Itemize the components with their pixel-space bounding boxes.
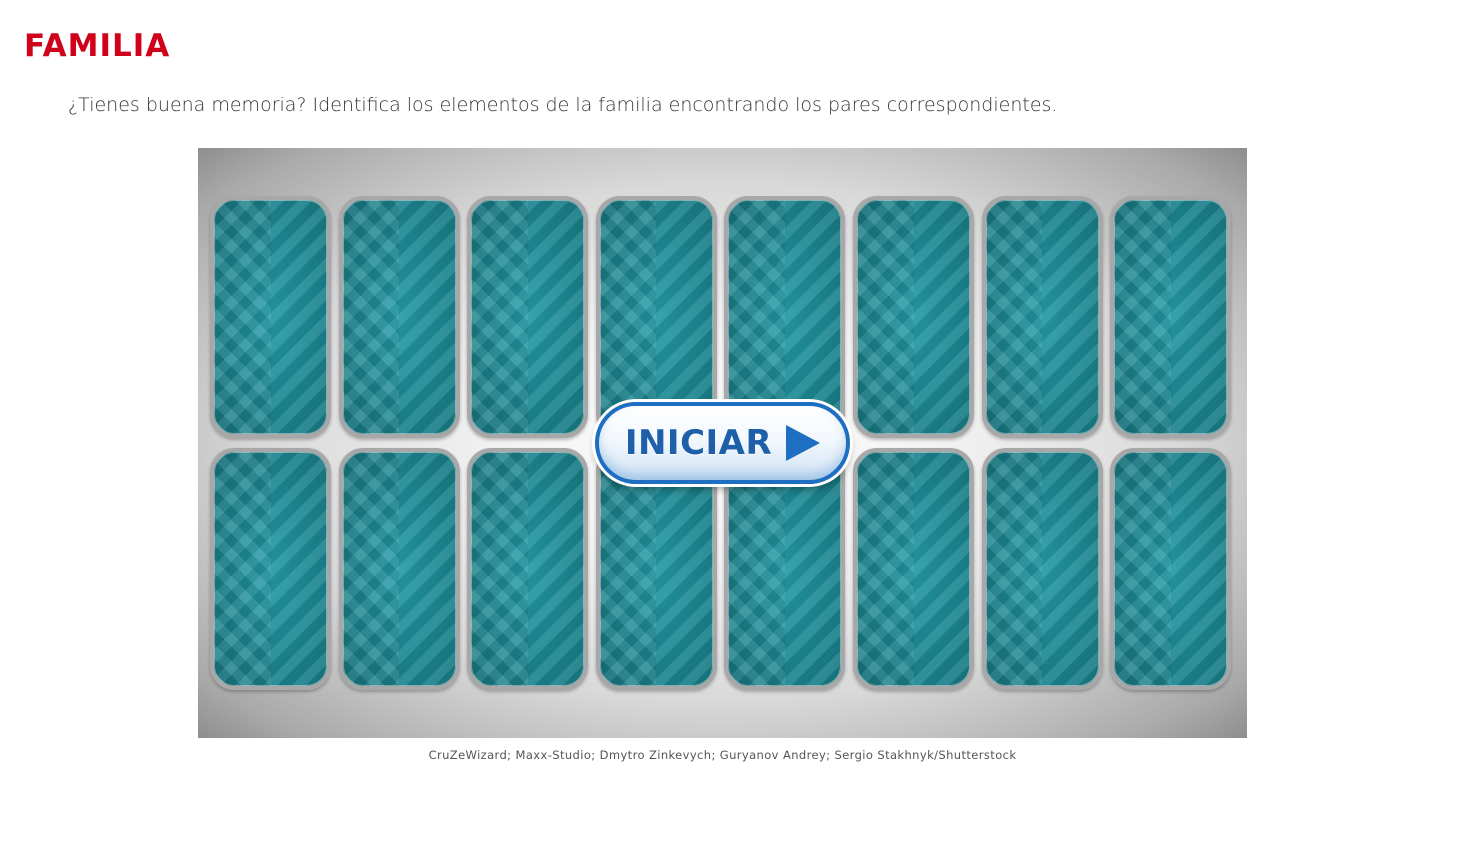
memory-card[interactable]	[467, 196, 589, 438]
memory-card[interactable]	[338, 196, 460, 438]
instructions-text: ¿Tienes buena memoria? Identifica los el…	[68, 94, 1058, 116]
start-button-label: INICIAR	[624, 423, 773, 463]
memory-card[interactable]	[1110, 448, 1232, 690]
memory-card[interactable]	[210, 448, 331, 690]
page-title: FAMILIA	[24, 28, 171, 64]
memory-card[interactable]	[853, 196, 974, 438]
image-credits: CruZeWizard; Maxx-Studio; Dmytro Zinkevy…	[428, 748, 1017, 762]
memory-card[interactable]	[981, 196, 1103, 438]
memory-game-board: INICIAR	[198, 148, 1247, 738]
memory-card[interactable]	[338, 448, 460, 690]
memory-card[interactable]	[467, 448, 589, 690]
memory-card[interactable]	[595, 448, 717, 690]
memory-card[interactable]	[1110, 196, 1232, 438]
memory-card[interactable]	[853, 448, 974, 690]
memory-card[interactable]	[724, 448, 846, 690]
play-icon	[786, 425, 821, 461]
start-button[interactable]: INICIAR	[595, 402, 850, 484]
memory-card[interactable]	[210, 196, 331, 438]
memory-card[interactable]	[981, 448, 1103, 690]
